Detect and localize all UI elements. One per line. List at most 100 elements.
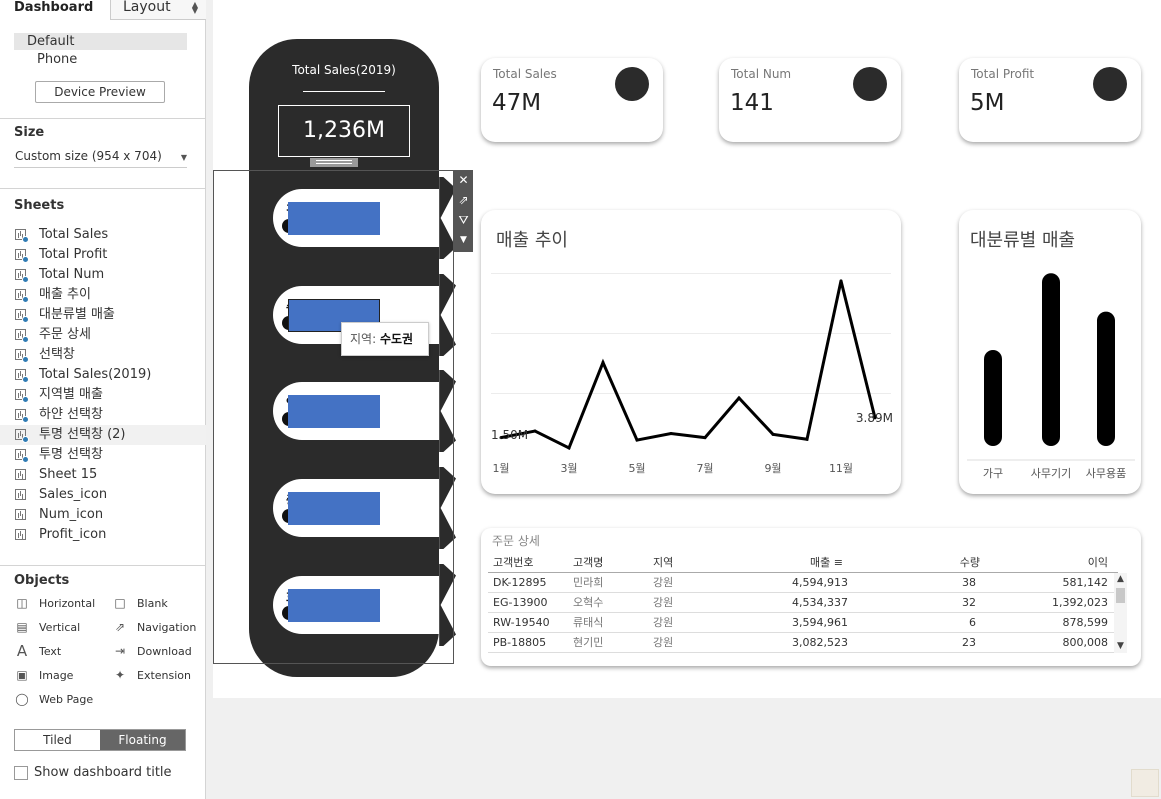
sheet-label: 투명 선택창 (2) bbox=[39, 427, 126, 442]
data-point[interactable] bbox=[703, 436, 707, 440]
tab-dashboard[interactable]: Dashboard bbox=[0, 0, 110, 20]
tab-layout-arrows-icon: ▲ ▼ bbox=[191, 0, 198, 15]
object-web-page[interactable]: ◯ Web Page bbox=[14, 692, 93, 708]
data-point[interactable] bbox=[567, 446, 571, 450]
sheet-item[interactable]: Sheet 15 bbox=[14, 465, 206, 485]
table-row[interactable]: RW-19540 류태식 강원 3,594,961 6 878,599 bbox=[488, 613, 1118, 633]
sheet-item[interactable]: Total Num bbox=[14, 265, 206, 285]
object-label: Extension bbox=[137, 669, 192, 682]
data-point[interactable] bbox=[839, 279, 843, 283]
sheet-item[interactable]: 하얀 선택창 bbox=[14, 405, 206, 425]
scroll-up-icon[interactable]: ▲ bbox=[1114, 573, 1127, 586]
sheet-item[interactable]: Num_icon bbox=[14, 505, 206, 525]
device-preview-button[interactable]: Device Preview bbox=[35, 81, 165, 103]
device-phone[interactable]: Phone bbox=[14, 51, 187, 69]
sheet-item[interactable]: 매출 추이 bbox=[14, 285, 206, 305]
data-point[interactable] bbox=[601, 361, 605, 365]
sheet-label: Profit_icon bbox=[39, 527, 107, 542]
show-title-checkbox[interactable] bbox=[14, 766, 28, 780]
divider bbox=[0, 188, 206, 189]
column-header[interactable]: 고객명 bbox=[573, 553, 603, 573]
sheet-item[interactable]: Sales_icon bbox=[14, 485, 206, 505]
line-chart: 1월 3월 5월 7월 9월 11월 1.50M 3.89M bbox=[491, 279, 893, 475]
category-bar[interactable] bbox=[1042, 273, 1060, 446]
in-use-check-icon bbox=[22, 336, 29, 343]
go-to-sheet-icon[interactable]: ⇗ bbox=[454, 190, 473, 210]
object-text[interactable]: A Text bbox=[14, 644, 61, 660]
sales-trend-line[interactable] bbox=[500, 280, 877, 451]
kpi-value: 5M bbox=[970, 90, 1005, 116]
worksheet-icon bbox=[15, 229, 29, 243]
sheet-item[interactable]: Profit_icon bbox=[14, 525, 206, 545]
table-header: 고객번호 고객명 지역 매출 ≡ 수량 이익 bbox=[488, 553, 1118, 573]
object-download[interactable]: ⇥ Download bbox=[112, 644, 192, 660]
object-navigation[interactable]: ⇗ Navigation bbox=[112, 620, 196, 636]
navigation-icon: ⇗ bbox=[114, 620, 126, 634]
vertical-layout-icon: ▤ bbox=[16, 620, 28, 634]
table-cell: 1,392,023 bbox=[1052, 596, 1108, 609]
sheet-item[interactable]: 선택창 bbox=[14, 345, 206, 365]
column-header[interactable]: 고객번호 bbox=[493, 553, 533, 573]
sheet-item[interactable]: 대분류별 매출 bbox=[14, 305, 206, 325]
sheet-label: Total Num bbox=[39, 267, 105, 282]
object-label: Image bbox=[39, 669, 74, 682]
drag-handle[interactable] bbox=[310, 158, 358, 167]
in-use-check-icon bbox=[22, 256, 29, 263]
column-header[interactable]: 지역 bbox=[653, 553, 673, 573]
data-point[interactable] bbox=[737, 396, 741, 400]
table-cell: PB-18805 bbox=[493, 636, 547, 649]
sheet-item[interactable]: Total Profit bbox=[14, 245, 206, 265]
scroll-down-icon[interactable]: ▼ bbox=[1114, 640, 1127, 653]
tiled-button[interactable]: Tiled bbox=[15, 730, 100, 750]
data-point[interactable] bbox=[533, 429, 537, 433]
in-use-check-icon bbox=[22, 296, 29, 303]
table-scrollbar[interactable]: ▲ ▼ bbox=[1114, 573, 1127, 653]
horizontal-layout-icon: ◫ bbox=[16, 596, 28, 610]
tab-layout[interactable]: Layout ▲ ▼ bbox=[110, 0, 206, 20]
more-options-icon[interactable]: ▼ bbox=[454, 230, 473, 250]
table-cell: 강원 bbox=[653, 616, 674, 629]
close-icon[interactable]: ✕ bbox=[454, 170, 473, 190]
data-point[interactable] bbox=[669, 432, 673, 435]
floating-button[interactable]: Floating bbox=[100, 730, 185, 750]
category-bar[interactable] bbox=[1097, 311, 1115, 446]
device-default[interactable]: Default bbox=[14, 33, 187, 50]
sales-icon bbox=[615, 67, 649, 101]
sheet-item[interactable]: Total Sales bbox=[14, 225, 206, 245]
x-tick-label: 11월 bbox=[829, 462, 853, 475]
filter-icon[interactable]: ⛛ bbox=[454, 210, 473, 230]
sheet-item[interactable]: Total Sales(2019) bbox=[14, 365, 206, 385]
size-dropdown[interactable]: Custom size (954 x 704) ▼ bbox=[14, 148, 187, 168]
data-point[interactable] bbox=[635, 438, 639, 442]
object-label: Vertical bbox=[39, 621, 81, 634]
sheet-label: 대분류별 매출 bbox=[39, 307, 115, 322]
category-bar[interactable] bbox=[984, 350, 1002, 446]
scrollbar-thumb[interactable] bbox=[1116, 588, 1125, 603]
table-row[interactable]: EG-13900 오혁수 강원 4,534,337 32 1,392,023 bbox=[488, 593, 1118, 613]
object-image[interactable]: ▣ Image bbox=[14, 668, 73, 684]
data-point[interactable] bbox=[805, 437, 809, 441]
table-cell: 민라희 bbox=[573, 576, 604, 589]
kpi-card-total-profit: Total Profit 5M bbox=[959, 58, 1141, 142]
in-use-check-icon bbox=[22, 276, 29, 283]
sheet-item[interactable]: 주문 상세 bbox=[14, 325, 206, 345]
column-header[interactable]: 수량 bbox=[960, 553, 980, 573]
table-row[interactable]: DK-12895 민라희 강원 4,594,913 38 581,142 bbox=[488, 573, 1118, 593]
column-header[interactable]: 이익 bbox=[1088, 553, 1108, 573]
object-extension[interactable]: ✦ Extension bbox=[112, 668, 191, 684]
object-horizontal[interactable]: ◫ Horizontal bbox=[14, 596, 95, 612]
sort-descending-icon[interactable]: ≡ bbox=[834, 556, 843, 569]
worksheet-icon bbox=[15, 309, 29, 323]
category-sales-card: 대분류별 매출 가구 사무기기 사무용품 bbox=[959, 210, 1141, 494]
table-row[interactable]: PB-18805 현기민 강원 3,082,523 23 800,008 bbox=[488, 633, 1118, 653]
object-blank[interactable]: □ Blank bbox=[112, 596, 167, 612]
x-tick-label: 5월 bbox=[628, 462, 645, 475]
column-header-sales[interactable]: 매출 ≡ bbox=[810, 553, 843, 573]
worksheet-icon bbox=[15, 329, 29, 343]
sheet-item[interactable]: 지역별 매출 bbox=[14, 385, 206, 405]
sheet-item[interactable]: 투명 선택창 (2) bbox=[0, 425, 206, 445]
data-point[interactable] bbox=[771, 432, 775, 436]
sheet-item[interactable]: 투명 선택창 bbox=[14, 445, 206, 465]
show-dashboard-title-option[interactable]: Show dashboard title bbox=[14, 764, 172, 782]
object-vertical[interactable]: ▤ Vertical bbox=[14, 620, 80, 636]
